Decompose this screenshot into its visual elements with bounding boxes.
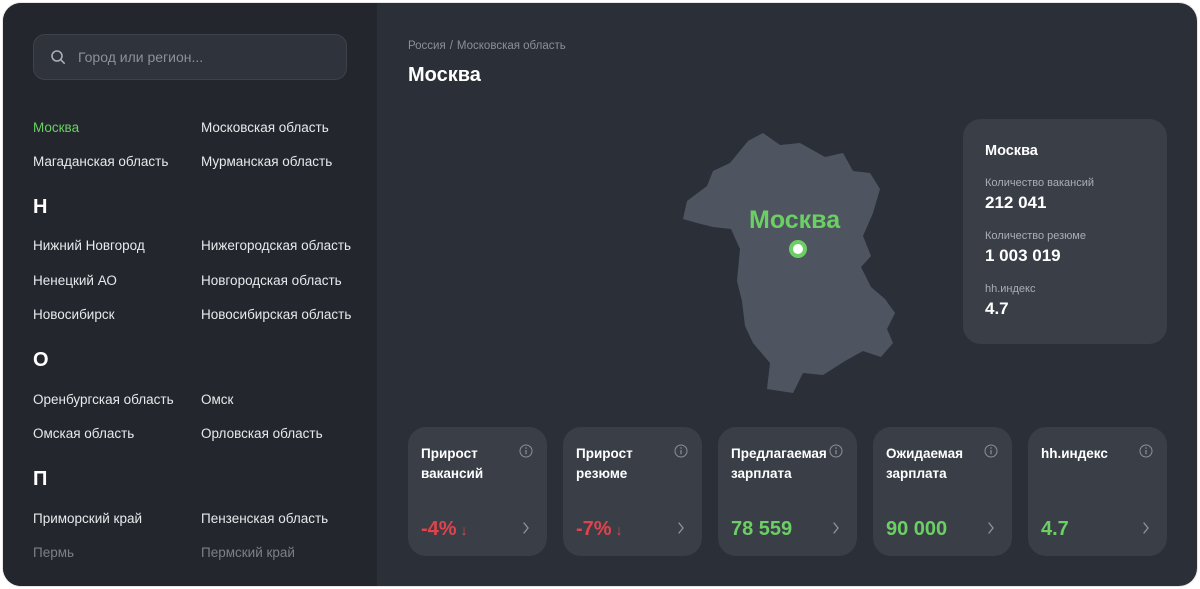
metric-title: Ожидаемая зарплата xyxy=(886,446,963,481)
search-box[interactable] xyxy=(33,34,347,80)
region-list-row: Москва Московская область xyxy=(33,120,373,140)
region-link[interactable]: Московская область xyxy=(201,120,329,135)
chevron-right-icon[interactable] xyxy=(987,522,995,534)
breadcrumb-root[interactable]: Россия xyxy=(408,40,446,52)
metric-value: -7% ↓ xyxy=(576,518,623,541)
arrow-down-icon: ↓ xyxy=(615,522,623,538)
region-list-row: Оренбургская область Омск xyxy=(33,392,373,412)
region-link[interactable]: Приморский край xyxy=(33,511,142,526)
hh-index-value: 4.7 xyxy=(985,299,1009,318)
metric-title: hh.индекс xyxy=(1041,446,1108,461)
region-link[interactable]: Новгородская область xyxy=(201,273,342,288)
list-fade xyxy=(3,556,377,586)
resumes-value: 1 003 019 xyxy=(985,246,1061,265)
region-link[interactable]: Новосибирская область xyxy=(201,307,351,322)
breadcrumb-current[interactable]: Московская область xyxy=(457,40,566,52)
region-link[interactable]: Магаданская область xyxy=(33,154,168,169)
region-link[interactable]: Нижегородская область xyxy=(201,238,351,253)
info-icon[interactable] xyxy=(829,444,843,458)
arrow-down-icon: ↓ xyxy=(460,522,468,538)
chevron-right-icon[interactable] xyxy=(1142,522,1150,534)
info-card-title: Москва xyxy=(985,143,1038,159)
metric-value: 90 000 xyxy=(886,518,947,541)
search-icon xyxy=(51,50,65,64)
search-input[interactable] xyxy=(78,49,328,65)
region-link[interactable]: Нижний Новгород xyxy=(33,238,145,253)
vacancies-value: 212 041 xyxy=(985,193,1047,212)
metric-title: Прирост вакансий xyxy=(421,446,484,481)
metric-card[interactable]: Прирост вакансий -4% ↓ xyxy=(408,427,547,556)
metric-title: Предлагаемая зарплата xyxy=(731,446,827,481)
alphabet-letter-heading: О xyxy=(33,349,49,371)
region-link[interactable]: Орловская область xyxy=(201,426,323,441)
region-list-row: Магаданская область Мурманская область xyxy=(33,154,373,174)
metric-value-text: -4% xyxy=(421,518,457,540)
region-sidebar: Москва Московская область Магаданская обла… xyxy=(3,3,377,586)
metric-card[interactable]: Предлагаемая зарплата 78 559 xyxy=(718,427,857,556)
region-link[interactable]: Ненецкий АО xyxy=(33,273,117,288)
region-link[interactable]: Пензенская область xyxy=(201,511,328,526)
map-location-marker[interactable] xyxy=(789,240,807,258)
region-link[interactable]: Мурманская область xyxy=(201,154,332,169)
info-icon[interactable] xyxy=(1139,444,1153,458)
info-icon[interactable] xyxy=(519,444,533,458)
metric-value: -4% ↓ xyxy=(421,518,468,541)
vacancies-label: Количество вакансий xyxy=(985,177,1095,189)
region-link[interactable]: Омская область xyxy=(33,426,134,441)
region-list-row: Приморский край Пензенская область xyxy=(33,511,373,531)
hh-index-label: hh.индекс xyxy=(985,283,1036,295)
region-map[interactable] xyxy=(675,131,905,396)
region-list-row: Ненецкий АО Новгородская область xyxy=(33,273,373,293)
breadcrumb-separator: / xyxy=(449,40,453,52)
region-link[interactable]: Оренбургская область xyxy=(33,392,174,407)
metric-value-text: 90 000 xyxy=(886,518,948,540)
metric-card[interactable]: hh.индекс 4.7 xyxy=(1028,427,1167,556)
chevron-right-icon[interactable] xyxy=(522,522,530,534)
page-title: Москва xyxy=(408,64,481,86)
app-window: Москва Московская область Магаданская обла… xyxy=(3,3,1197,586)
region-list-row: Новосибирск Новосибирская область xyxy=(33,307,373,327)
alphabet-letter-heading: П xyxy=(33,468,48,490)
map-city-label: Москва xyxy=(749,206,841,234)
region-list-row: Нижний Новгород Нижегородская область xyxy=(33,238,373,258)
region-info-card: Москва Количество вакансий 212 041 Колич… xyxy=(963,119,1167,344)
metric-value-text: 78 559 xyxy=(731,518,793,540)
chevron-right-icon[interactable] xyxy=(832,522,840,534)
chevron-right-icon[interactable] xyxy=(677,522,685,534)
metric-value: 78 559 xyxy=(731,518,792,541)
resumes-label: Количество резюме xyxy=(985,230,1086,242)
info-icon[interactable] xyxy=(984,444,998,458)
region-list-row: Омская область Орловская область xyxy=(33,426,373,446)
breadcrumb: Россия / Московская область xyxy=(408,40,566,52)
info-icon[interactable] xyxy=(674,444,688,458)
metric-card[interactable]: Прирост резюме -7% ↓ xyxy=(563,427,702,556)
alphabet-letter-heading: Н xyxy=(33,196,48,218)
metric-value-text: 4.7 xyxy=(1041,518,1069,540)
region-link[interactable]: Омск xyxy=(201,392,233,407)
region-link[interactable]: Москва xyxy=(33,120,79,135)
metric-title: Прирост резюме xyxy=(576,446,633,481)
metric-card[interactable]: Ожидаемая зарплата 90 000 xyxy=(873,427,1012,556)
region-link[interactable]: Новосибирск xyxy=(33,307,115,322)
metric-value: 4.7 xyxy=(1041,518,1069,541)
metric-value-text: -7% xyxy=(576,518,612,540)
